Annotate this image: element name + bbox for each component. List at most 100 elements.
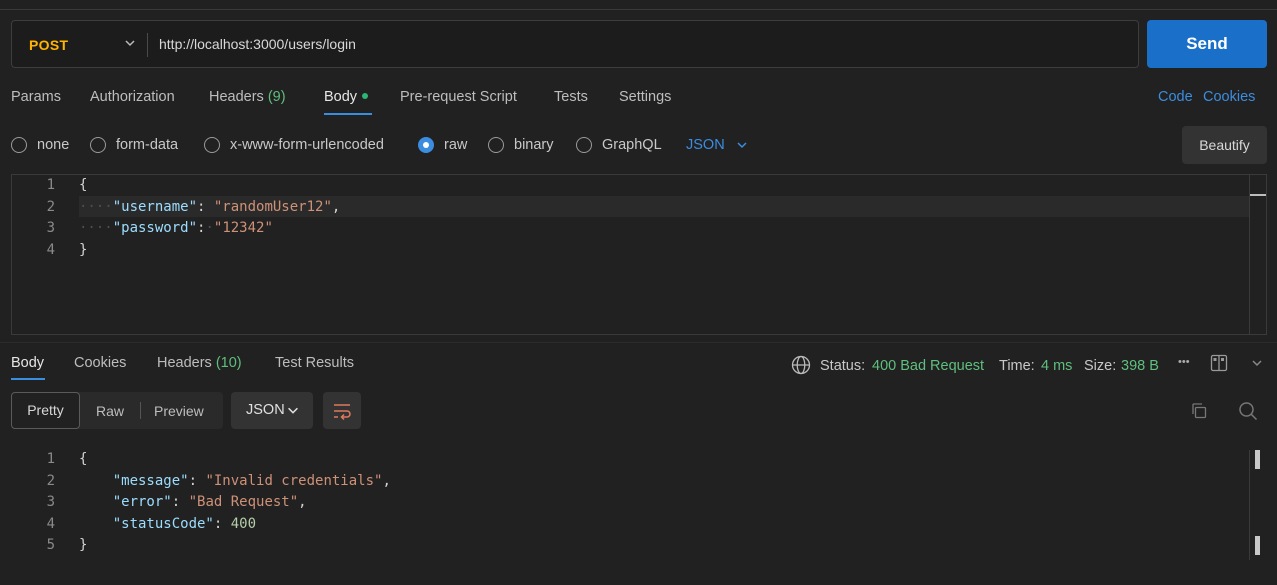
chevron-down-icon[interactable] [1249, 355, 1265, 371]
tab-authorization[interactable]: Authorization [90, 89, 175, 105]
wrap-lines-icon [334, 404, 351, 421]
radio-binary-label: binary [514, 137, 554, 153]
cookies-link[interactable]: Cookies [1203, 89, 1255, 105]
code-line: ····"password":·"12342" [79, 220, 273, 236]
json-string: "12342" [213, 220, 273, 236]
tab-settings[interactable]: Settings [619, 89, 671, 105]
copy-icon[interactable] [1190, 402, 1208, 420]
method-select[interactable]: POST [29, 37, 68, 53]
radio-raw-label: raw [444, 137, 468, 153]
json-key: "password" [112, 220, 198, 236]
code-line: } [79, 242, 87, 258]
json-string: "Bad Request" [188, 494, 299, 510]
status-value[interactable]: 400 Bad Request [872, 358, 984, 374]
radio-binary[interactable] [488, 137, 504, 153]
radio-raw[interactable] [418, 137, 434, 153]
line-number: 2 [46, 199, 55, 215]
url-input[interactable]: http://localhost:3000/users/login [159, 36, 356, 52]
code-line: "statusCode": 400 [112, 516, 257, 532]
chevron-down-icon [288, 407, 298, 414]
code-brace: } [79, 242, 88, 258]
tab-body-label: Body [324, 89, 358, 105]
response-tab-body[interactable]: Body [11, 355, 44, 371]
radio-urlencoded[interactable] [204, 137, 220, 153]
response-headers-count: (10) [215, 355, 242, 371]
send-button[interactable]: Send [1147, 20, 1267, 68]
response-tab-headers-label: Headers [157, 355, 212, 371]
tab-pre-request-script[interactable]: Pre-request Script [400, 89, 517, 105]
json-number: 400 [230, 516, 257, 532]
response-scrollbar-marker[interactable] [1255, 450, 1260, 469]
json-string: "Invalid credentials" [205, 473, 383, 489]
time-value[interactable]: 4 ms [1041, 358, 1072, 374]
code-brace: } [79, 537, 88, 553]
code-line: { [79, 451, 87, 467]
radio-graphql-label: GraphQL [602, 137, 662, 153]
status-label: Status: [820, 358, 866, 374]
layout-toggle-icon[interactable] [1210, 354, 1228, 372]
tab-headers-label: Headers [209, 89, 264, 105]
globe-icon[interactable] [791, 355, 811, 375]
radio-graphql[interactable] [576, 137, 592, 153]
radio-none[interactable] [11, 137, 27, 153]
json-key: "error" [112, 494, 172, 510]
radio-form-data-label: form-data [116, 137, 179, 153]
size-value[interactable]: 398 B [1121, 358, 1159, 374]
line-number: 2 [46, 473, 55, 489]
response-tab-test-results[interactable]: Test Results [275, 355, 354, 371]
radio-urlencoded-label: x-www-form-urlencoded [230, 137, 384, 153]
tab-body-underline [324, 113, 372, 115]
response-format-select[interactable]: JSON [231, 392, 313, 429]
response-scrollbar-marker[interactable] [1255, 536, 1260, 555]
body-indicator-dot [362, 93, 369, 99]
response-tab-body-underline [11, 378, 45, 380]
chevron-down-icon[interactable] [734, 137, 750, 153]
tab-headers[interactable]: Headers (9) [209, 89, 286, 105]
editor-scrollbar-thumb[interactable] [1250, 194, 1266, 196]
response-tab-cookies[interactable]: Cookies [74, 355, 126, 371]
search-icon[interactable] [1238, 401, 1258, 421]
json-key: "statusCode" [112, 516, 214, 532]
json-key: "message" [112, 473, 189, 489]
editor-scrollbar-track[interactable] [1249, 174, 1250, 335]
more-options-icon[interactable]: ••• [1178, 356, 1190, 368]
tab-body[interactable]: Body [324, 89, 369, 105]
language-select[interactable]: JSON [686, 137, 725, 153]
response-tab-headers[interactable]: Headers (10) [157, 355, 242, 371]
top-divider [0, 0, 1277, 10]
line-number: 3 [46, 220, 55, 236]
code-line: "error": "Bad Request", [112, 494, 307, 510]
wrap-lines-button[interactable] [323, 392, 361, 429]
code-line: "message": "Invalid credentials", [112, 473, 391, 489]
response-scrollbar-track[interactable] [1249, 450, 1250, 560]
json-string: "randomUser12" [213, 199, 332, 215]
time-label: Time: [999, 358, 1035, 374]
url-bar: POST http://localhost:3000/users/login [11, 20, 1139, 68]
code-link[interactable]: Code [1158, 89, 1193, 105]
code-line: } [79, 537, 87, 553]
view-raw-button[interactable]: Raw [96, 403, 124, 419]
line-number: 3 [46, 494, 55, 510]
json-key: "username" [112, 199, 198, 215]
indent-guide: ···· [79, 199, 113, 215]
line-number: 1 [46, 177, 55, 193]
line-number: 4 [46, 516, 55, 532]
headers-count: (9) [267, 89, 286, 105]
code-line: { [79, 177, 87, 193]
radio-form-data[interactable] [90, 137, 106, 153]
indent-guide: ···· [79, 220, 113, 236]
radio-none-label: none [37, 137, 70, 153]
view-pretty-button[interactable]: Pretty [11, 392, 80, 429]
size-label: Size: [1084, 358, 1117, 374]
tab-params[interactable]: Params [11, 89, 61, 105]
chevron-down-icon[interactable] [122, 35, 138, 51]
view-preview-button[interactable]: Preview [154, 403, 204, 419]
section-divider [0, 342, 1277, 343]
response-format-label: JSON [246, 402, 285, 418]
line-number: 5 [46, 537, 55, 553]
line-number: 1 [46, 451, 55, 467]
tab-tests[interactable]: Tests [554, 89, 588, 105]
line-number: 4 [46, 242, 55, 258]
beautify-button[interactable]: Beautify [1182, 126, 1267, 164]
segment-separator [140, 402, 141, 419]
